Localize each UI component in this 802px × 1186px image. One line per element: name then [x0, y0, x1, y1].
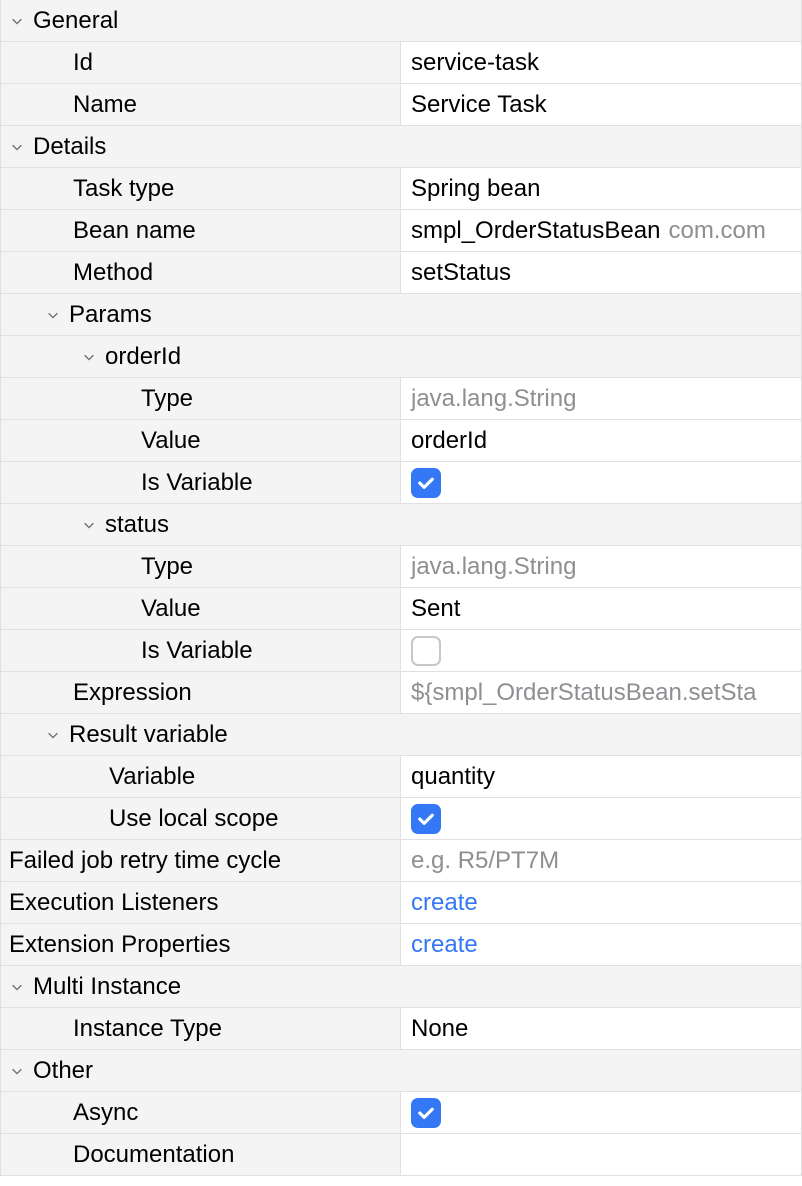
section-label: Other — [33, 1057, 93, 1085]
label-instance-type: Instance Type — [1, 1008, 401, 1049]
value-use-local-scope — [401, 798, 801, 839]
section-label: General — [33, 7, 118, 35]
label-param1-isvar: Is Variable — [1, 462, 401, 503]
label-param1-type: Type — [1, 378, 401, 419]
value-async — [401, 1092, 801, 1133]
label-method: Method — [1, 252, 401, 293]
checkbox-param2-isvar[interactable] — [411, 636, 441, 666]
row-execution-listeners: Execution Listeners create — [1, 882, 801, 924]
section-param-status-header[interactable]: status — [1, 504, 801, 546]
label-bean-name: Bean name — [1, 210, 401, 251]
section-label: orderId — [105, 343, 181, 371]
value-param1-value[interactable]: orderId — [401, 420, 801, 461]
row-result-variable: Variable quantity — [1, 756, 801, 798]
value-task-type[interactable]: Spring bean — [401, 168, 801, 209]
chevron-down-icon — [45, 727, 61, 743]
label-extension-properties: Extension Properties — [1, 924, 401, 965]
value-method[interactable]: setStatus — [401, 252, 801, 293]
chevron-down-icon — [9, 979, 25, 995]
row-failed-job: Failed job retry time cycle e.g. R5/PT7M — [1, 840, 801, 882]
chevron-down-icon — [45, 307, 61, 323]
value-param1-type: java.lang.String — [401, 378, 801, 419]
chevron-down-icon — [81, 349, 97, 365]
chevron-down-icon — [9, 13, 25, 29]
section-multi-instance-header[interactable]: Multi Instance — [1, 966, 801, 1008]
label-task-type: Task type — [1, 168, 401, 209]
label-name: Name — [1, 84, 401, 125]
label-documentation: Documentation — [1, 1134, 401, 1175]
chevron-down-icon — [81, 517, 97, 533]
row-use-local-scope: Use local scope — [1, 798, 801, 840]
value-param2-type: java.lang.String — [401, 546, 801, 587]
label-id: Id — [1, 42, 401, 83]
label-failed-job: Failed job retry time cycle — [1, 840, 401, 881]
value-result-variable[interactable]: quantity — [401, 756, 801, 797]
label-async: Async — [1, 1092, 401, 1133]
label-param2-isvar: Is Variable — [1, 630, 401, 671]
row-bean-name: Bean name smpl_OrderStatusBean com.com — [1, 210, 801, 252]
section-label: Details — [33, 133, 106, 161]
section-label: Params — [69, 301, 152, 329]
row-param1-value: Value orderId — [1, 420, 801, 462]
label-param1-value: Value — [1, 420, 401, 461]
section-details-header[interactable]: Details — [1, 126, 801, 168]
row-param1-isvar: Is Variable — [1, 462, 801, 504]
link-execution-listeners-create[interactable]: create — [401, 882, 801, 923]
label-result-variable: Variable — [1, 756, 401, 797]
link-extension-properties-create[interactable]: create — [401, 924, 801, 965]
label-param2-value: Value — [1, 588, 401, 629]
label-expression: Expression — [1, 672, 401, 713]
value-bean-name[interactable]: smpl_OrderStatusBean com.com — [401, 210, 801, 251]
row-method: Method setStatus — [1, 252, 801, 294]
section-label: Result variable — [69, 721, 228, 749]
label-execution-listeners: Execution Listeners — [1, 882, 401, 923]
section-result-variable-header[interactable]: Result variable — [1, 714, 801, 756]
row-async: Async — [1, 1092, 801, 1134]
checkbox-use-local-scope[interactable] — [411, 804, 441, 834]
checkbox-param1-isvar[interactable] — [411, 468, 441, 498]
row-param1-type: Type java.lang.String — [1, 378, 801, 420]
section-other-header[interactable]: Other — [1, 1050, 801, 1092]
row-id: Id service-task — [1, 42, 801, 84]
row-extension-properties: Extension Properties create — [1, 924, 801, 966]
section-param-orderid-header[interactable]: orderId — [1, 336, 801, 378]
row-expression: Expression ${smpl_OrderStatusBean.setSta — [1, 672, 801, 714]
value-id[interactable]: service-task — [401, 42, 801, 83]
row-param2-value: Value Sent — [1, 588, 801, 630]
value-param2-isvar — [401, 630, 801, 671]
section-general-header[interactable]: General — [1, 0, 801, 42]
checkbox-async[interactable] — [411, 1098, 441, 1128]
section-label: Multi Instance — [33, 973, 181, 1001]
row-param2-type: Type java.lang.String — [1, 546, 801, 588]
label-use-local-scope: Use local scope — [1, 798, 401, 839]
row-name: Name Service Task — [1, 84, 801, 126]
row-documentation: Documentation — [1, 1134, 801, 1176]
value-expression[interactable]: ${smpl_OrderStatusBean.setSta — [401, 672, 801, 713]
properties-panel: General Id service-task Name Service Tas… — [0, 0, 802, 1176]
row-task-type: Task type Spring bean — [1, 168, 801, 210]
label-param2-type: Type — [1, 546, 401, 587]
row-instance-type: Instance Type None — [1, 1008, 801, 1050]
value-param2-value[interactable]: Sent — [401, 588, 801, 629]
value-documentation[interactable] — [401, 1134, 801, 1175]
section-label: status — [105, 511, 169, 539]
value-failed-job[interactable]: e.g. R5/PT7M — [401, 840, 801, 881]
row-param2-isvar: Is Variable — [1, 630, 801, 672]
chevron-down-icon — [9, 139, 25, 155]
chevron-down-icon — [9, 1063, 25, 1079]
value-name[interactable]: Service Task — [401, 84, 801, 125]
value-instance-type[interactable]: None — [401, 1008, 801, 1049]
section-params-header[interactable]: Params — [1, 294, 801, 336]
value-param1-isvar — [401, 462, 801, 503]
